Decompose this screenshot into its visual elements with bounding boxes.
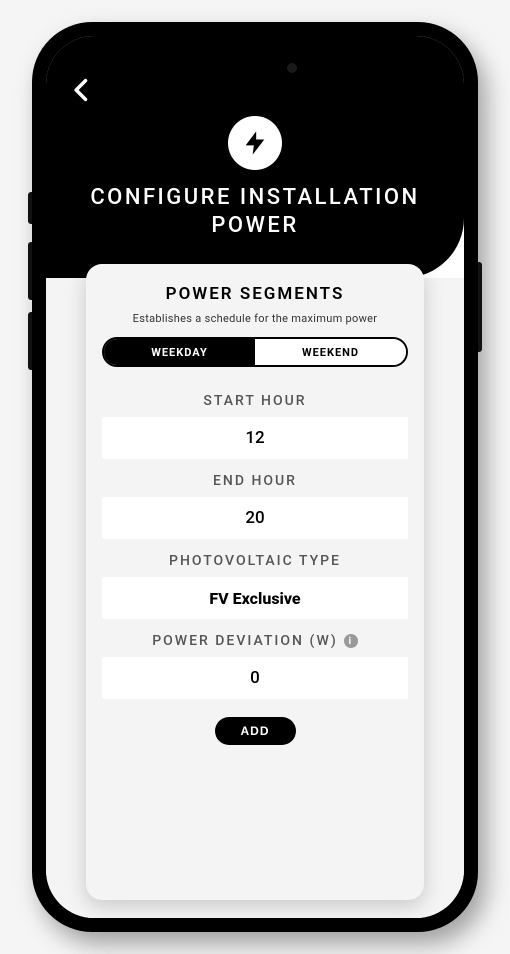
screen: CONFIGURE INSTALLATION POWER POWER SEGME… bbox=[46, 36, 464, 918]
page-title: CONFIGURE INSTALLATION POWER bbox=[46, 184, 464, 239]
phone-side-button bbox=[28, 242, 32, 300]
input-pv-type[interactable]: FV Exclusive bbox=[102, 577, 408, 619]
bolt-icon bbox=[228, 116, 282, 170]
field-end-hour: END HOUR 20 bbox=[102, 473, 408, 539]
phone-frame: CONFIGURE INSTALLATION POWER POWER SEGME… bbox=[32, 22, 478, 932]
add-button[interactable]: ADD bbox=[215, 717, 296, 745]
phone-side-button bbox=[28, 192, 32, 224]
field-start-hour: START HOUR 12 bbox=[102, 393, 408, 459]
label-end-hour: END HOUR bbox=[213, 473, 297, 489]
back-button[interactable] bbox=[68, 76, 96, 104]
label-power-deviation: POWER DEVIATION (W) i bbox=[152, 633, 358, 649]
phone-side-button bbox=[478, 262, 482, 352]
segment-weekday[interactable]: WEEKDAY bbox=[104, 339, 255, 365]
input-start-hour[interactable]: 12 bbox=[102, 417, 408, 459]
power-segments-card: POWER SEGMENTS Establishes a schedule fo… bbox=[86, 264, 424, 900]
label-pv-type: PHOTOVOLTAIC TYPE bbox=[169, 553, 341, 569]
phone-side-button bbox=[28, 312, 32, 370]
label-power-deviation-text: POWER DEVIATION (W) bbox=[152, 633, 338, 649]
day-type-segmented-control[interactable]: WEEKDAY WEEKEND bbox=[102, 337, 408, 367]
dynamic-island bbox=[195, 52, 315, 84]
input-power-deviation[interactable]: 0 bbox=[102, 657, 408, 699]
field-power-deviation: POWER DEVIATION (W) i 0 bbox=[102, 633, 408, 699]
card-title: POWER SEGMENTS bbox=[166, 284, 345, 304]
field-pv-type: PHOTOVOLTAIC TYPE FV Exclusive bbox=[102, 553, 408, 619]
input-end-hour[interactable]: 20 bbox=[102, 497, 408, 539]
segment-weekend[interactable]: WEEKEND bbox=[255, 339, 406, 365]
info-icon[interactable]: i bbox=[344, 634, 358, 648]
card-subtitle: Establishes a schedule for the maximum p… bbox=[133, 312, 378, 325]
label-start-hour: START HOUR bbox=[203, 393, 306, 409]
chevron-left-icon bbox=[68, 76, 96, 104]
content-area: POWER SEGMENTS Establishes a schedule fo… bbox=[46, 278, 464, 918]
form: START HOUR 12 END HOUR 20 PHOTOVOLTAIC T… bbox=[102, 393, 408, 699]
